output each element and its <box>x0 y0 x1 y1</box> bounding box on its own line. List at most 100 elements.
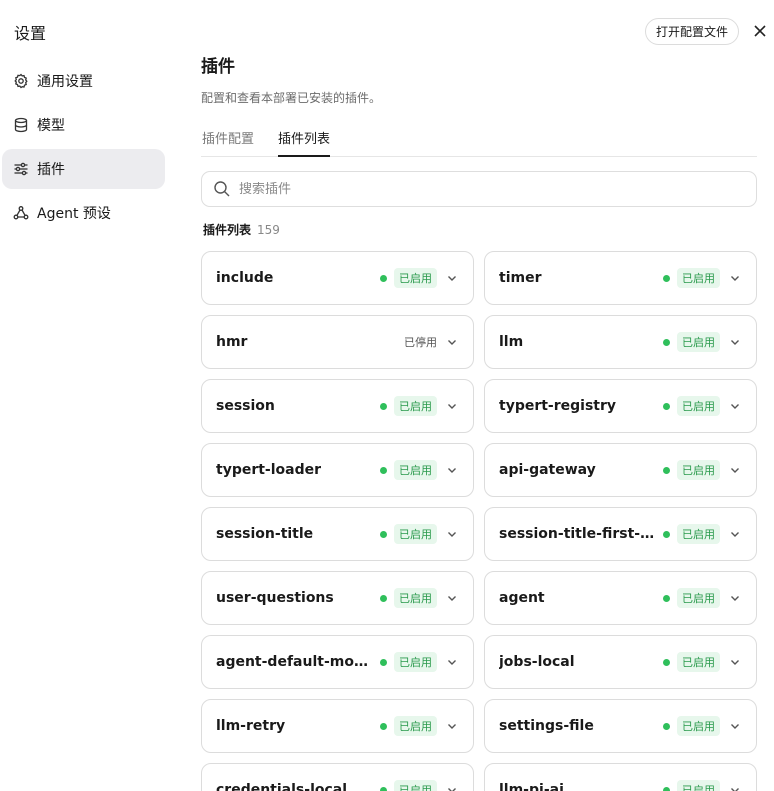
plugin-card[interactable]: settings-file 已启用 <box>484 699 757 753</box>
plugin-card[interactable]: llm-pi-ai 已启用 <box>484 763 757 791</box>
search-input[interactable] <box>239 181 719 197</box>
chevron-down-icon[interactable] <box>445 591 459 605</box>
chevron-down-icon[interactable] <box>445 719 459 733</box>
status-dot <box>663 594 670 602</box>
status-badge: 已停用 <box>404 336 437 349</box>
plugin-name: typert-loader <box>216 462 322 478</box>
status-badge: 已启用 <box>677 716 720 736</box>
status-dot <box>380 402 387 410</box>
chevron-down-icon[interactable] <box>445 783 459 791</box>
status-badge: 已启用 <box>677 780 720 791</box>
settings-title: 设置 <box>14 24 47 43</box>
sidebar-item-plugins[interactable]: 插件 <box>2 149 165 189</box>
status-badge: 已启用 <box>394 460 437 480</box>
status-dot <box>380 274 387 282</box>
plugin-name: user-questions <box>216 590 334 606</box>
status-badge: 已启用 <box>394 524 437 544</box>
status-badge: 已启用 <box>394 268 437 288</box>
plugin-grid: include 已启用 timer 已启用 hmr 已停用 llm 已启用 session 已启用… <box>201 251 757 791</box>
plugin-card[interactable]: typert-registry 已启用 <box>484 379 757 433</box>
status-badge: 已启用 <box>677 268 720 288</box>
chevron-down-icon[interactable] <box>728 271 742 285</box>
status-dot <box>663 274 670 282</box>
plugin-card[interactable]: llm-retry 已启用 <box>201 699 474 753</box>
plugin-card[interactable]: hmr 已停用 <box>201 315 474 369</box>
sliders-icon <box>13 161 29 177</box>
plugin-name: hmr <box>216 334 248 350</box>
status-dot <box>663 786 670 791</box>
plugin-name: agent <box>499 590 545 606</box>
main-panel: 插件 配置和查看本部署已安装的插件。 插件配置 插件列表 插件列表 159 inc… <box>201 0 757 791</box>
search-icon <box>213 180 231 198</box>
chevron-down-icon[interactable] <box>445 335 459 349</box>
sidebar-item-models[interactable]: 模型 <box>2 105 165 145</box>
plugin-card[interactable]: agent 已启用 <box>484 571 757 625</box>
search-box <box>201 171 757 207</box>
plugin-card[interactable]: session-title 已启用 <box>201 507 474 561</box>
page-title: 插件 <box>201 57 235 77</box>
plugin-name: credentials-local <box>216 782 348 791</box>
database-icon <box>13 117 29 133</box>
sidebar-item-agent-presets[interactable]: Agent 预设 <box>2 193 165 233</box>
status-badge: 已启用 <box>677 588 720 608</box>
plugin-card[interactable]: session 已启用 <box>201 379 474 433</box>
chevron-down-icon[interactable] <box>445 527 459 541</box>
sidebar-item-label: 模型 <box>37 118 65 134</box>
plugin-name: api-gateway <box>499 462 596 478</box>
plugin-card[interactable]: user-questions 已启用 <box>201 571 474 625</box>
chevron-down-icon[interactable] <box>728 719 742 733</box>
plugin-name: session-title <box>216 526 314 542</box>
tab-plugin-list[interactable]: 插件列表 <box>278 128 331 157</box>
agent-icon <box>13 205 29 221</box>
chevron-down-icon[interactable] <box>728 399 742 413</box>
plugin-card[interactable]: jobs-local 已启用 <box>484 635 757 689</box>
plugin-name: session-title-first-pr... <box>499 526 655 542</box>
chevron-down-icon[interactable] <box>728 655 742 669</box>
plugin-name: settings-file <box>499 718 594 734</box>
sidebar-item-label: 通用设置 <box>37 74 93 90</box>
chevron-down-icon[interactable] <box>728 335 742 349</box>
status-dot <box>663 338 670 346</box>
status-dot <box>380 722 387 730</box>
tab-plugin-config[interactable]: 插件配置 <box>202 128 254 157</box>
status-badge: 已启用 <box>394 780 437 791</box>
status-dot <box>663 658 670 666</box>
status-badge: 已启用 <box>394 588 437 608</box>
plugin-name: timer <box>499 270 542 286</box>
plugin-card[interactable]: api-gateway 已启用 <box>484 443 757 497</box>
status-badge: 已启用 <box>677 652 720 672</box>
status-badge: 已启用 <box>394 652 437 672</box>
plugin-card[interactable]: session-title-first-pr... 已启用 <box>484 507 757 561</box>
plugin-count: 159 <box>257 223 280 237</box>
plugin-name: agent-default-model <box>216 654 372 670</box>
chevron-down-icon[interactable] <box>445 271 459 285</box>
plugin-card[interactable]: timer 已启用 <box>484 251 757 305</box>
plugin-name: jobs-local <box>499 654 575 670</box>
chevron-down-icon[interactable] <box>445 655 459 669</box>
chevron-down-icon[interactable] <box>728 783 742 791</box>
plugin-card[interactable]: credentials-local 已启用 <box>201 763 474 791</box>
plugin-card[interactable]: agent-default-model 已启用 <box>201 635 474 689</box>
chevron-down-icon[interactable] <box>728 591 742 605</box>
plugin-card[interactable]: typert-loader 已启用 <box>201 443 474 497</box>
plugin-name: llm <box>499 334 524 350</box>
plugin-name: include <box>216 270 274 286</box>
chevron-down-icon[interactable] <box>728 527 742 541</box>
plugin-card[interactable]: include 已启用 <box>201 251 474 305</box>
chevron-down-icon[interactable] <box>728 463 742 477</box>
tab-bar: 插件配置 插件列表 <box>201 120 757 157</box>
status-dot <box>663 466 670 474</box>
chevron-down-icon[interactable] <box>445 399 459 413</box>
status-badge: 已启用 <box>394 716 437 736</box>
status-badge: 已启用 <box>394 396 437 416</box>
status-badge: 已启用 <box>677 524 720 544</box>
page-description: 配置和查看本部署已安装的插件。 <box>201 91 382 105</box>
plugin-list-header: 插件列表 159 <box>203 221 280 238</box>
chevron-down-icon[interactable] <box>445 463 459 477</box>
plugin-card[interactable]: llm 已启用 <box>484 315 757 369</box>
plugin-name: typert-registry <box>499 398 617 414</box>
gear-icon <box>13 73 29 89</box>
status-dot <box>663 722 670 730</box>
sidebar-item-general[interactable]: 通用设置 <box>2 61 165 101</box>
status-dot <box>380 786 387 791</box>
